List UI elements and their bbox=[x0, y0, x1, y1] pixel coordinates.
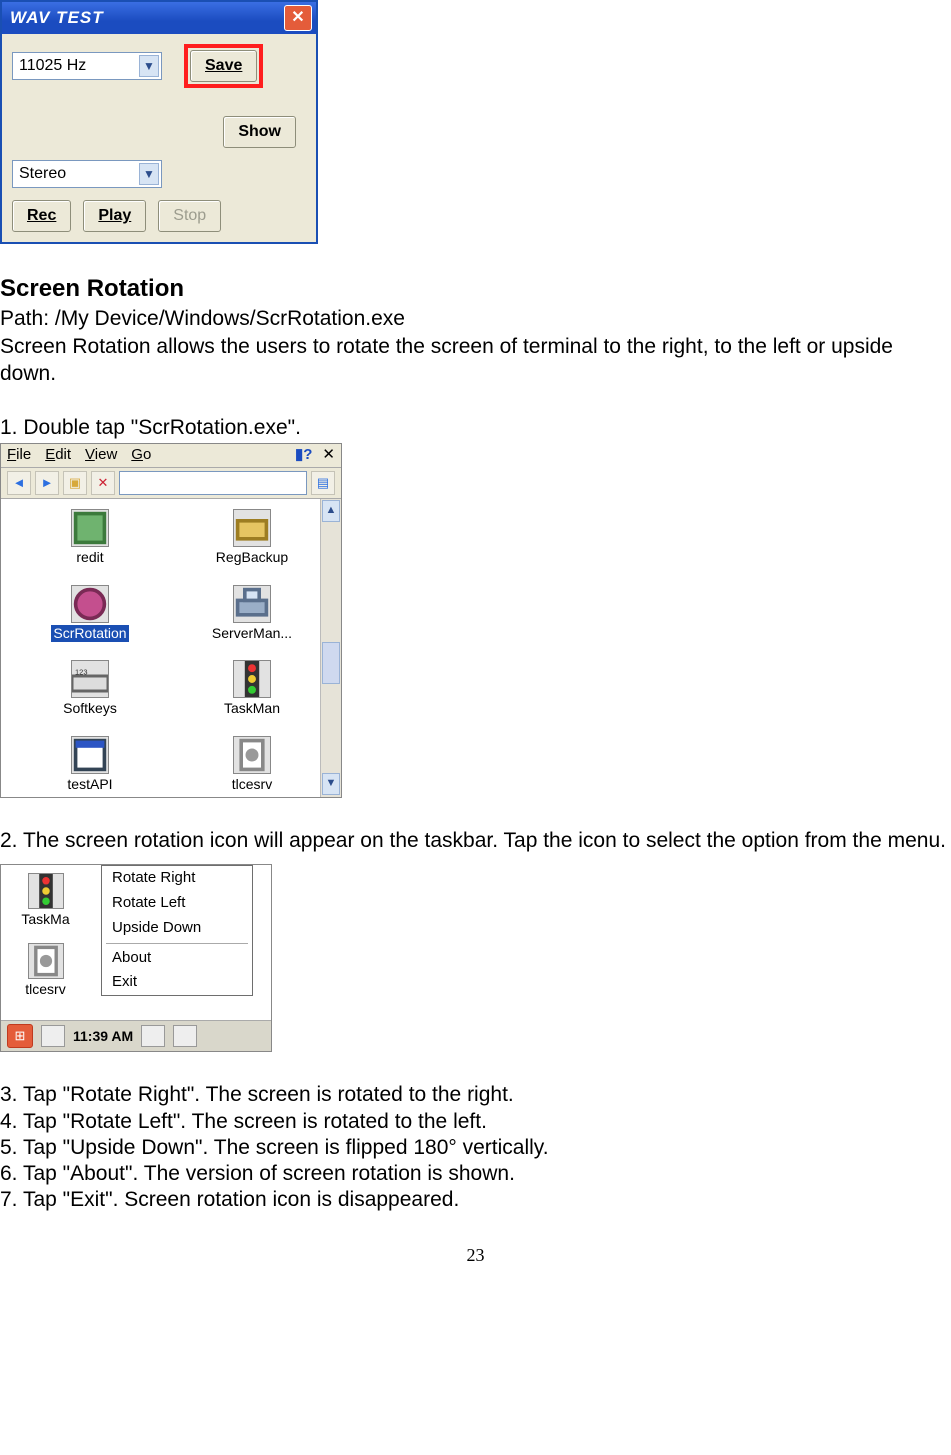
view-mode-button[interactable]: ▤ bbox=[311, 471, 335, 495]
icon-regbackup[interactable]: RegBackup bbox=[171, 509, 333, 567]
close-button[interactable]: ✕ bbox=[284, 5, 312, 31]
explorer-menubar: FFileile Edit View Go ▮? ✕ bbox=[1, 444, 341, 468]
address-bar[interactable] bbox=[119, 471, 307, 495]
frequency-dropdown[interactable]: 11025 Hz ▼ bbox=[12, 52, 162, 80]
icon-taskma[interactable]: TaskMa bbox=[3, 873, 88, 929]
step6-text: 6. Tap "About". The version of screen ro… bbox=[0, 1161, 951, 1187]
step4-text: 4. Tap "Rotate Left". The screen is rota… bbox=[0, 1109, 951, 1135]
gear-file-icon bbox=[28, 943, 64, 979]
svg-text:123: 123 bbox=[75, 668, 88, 677]
rotation-context-menu: Rotate Right Rotate Left Upside Down Abo… bbox=[101, 865, 253, 996]
trafficlight-icon bbox=[28, 873, 64, 909]
scroll-down-icon[interactable]: ▼ bbox=[322, 773, 340, 795]
menu-about[interactable]: About bbox=[102, 946, 252, 971]
arrow-right-icon: ► bbox=[41, 475, 54, 491]
mode-dropdown[interactable]: Stereo ▼ bbox=[12, 160, 162, 188]
menu-file[interactable]: FFileile bbox=[7, 446, 31, 465]
menu-view[interactable]: View bbox=[85, 446, 117, 465]
scrollbar[interactable]: ▲ ▼ bbox=[320, 499, 341, 797]
wavtest-body: 11025 Hz ▼ Save Show Stereo ▼ Rec Play S… bbox=[2, 34, 316, 242]
keyboard-icon: 123 bbox=[71, 660, 109, 698]
gear-file-icon bbox=[233, 736, 271, 774]
icon-scrrotation[interactable]: ScrRotation bbox=[9, 585, 171, 643]
taskbar-clock: 11:39 AM bbox=[73, 1028, 133, 1046]
freq-row: 11025 Hz ▼ Save bbox=[12, 44, 306, 88]
section-heading: Screen Rotation bbox=[0, 274, 951, 304]
step3-text: 3. Tap "Rotate Right". The screen is rot… bbox=[0, 1082, 951, 1108]
up-button[interactable]: ▣ bbox=[63, 471, 87, 495]
x-icon: ✕ bbox=[98, 475, 109, 491]
icon-tlcesrv-2[interactable]: tlcesrv bbox=[3, 943, 88, 999]
rec-button[interactable]: Rec bbox=[12, 200, 71, 232]
rotation-icon bbox=[71, 585, 109, 623]
close-icon[interactable]: ✕ bbox=[322, 446, 335, 465]
taskmenu-screenshot: TaskMa tlcesrv Rotate Right Rotate Left … bbox=[0, 864, 272, 1052]
window-icon bbox=[71, 736, 109, 774]
save-button[interactable]: Save bbox=[190, 50, 257, 82]
explorer-menus: FFileile Edit View Go bbox=[7, 446, 151, 465]
wavtest-window: WAV TEST ✕ 11025 Hz ▼ Save Show Stereo bbox=[0, 0, 318, 244]
scroll-up-icon[interactable]: ▲ bbox=[322, 500, 340, 522]
menu-separator bbox=[106, 943, 248, 944]
scroll-thumb[interactable] bbox=[322, 642, 340, 684]
step1-text: 1. Double tap "ScrRotation.exe". bbox=[0, 415, 951, 441]
desc-text: Screen Rotation allows the users to rota… bbox=[0, 334, 951, 387]
icon-redit[interactable]: redit bbox=[9, 509, 171, 567]
menu-edit[interactable]: Edit bbox=[45, 446, 71, 465]
menu-rotate-left[interactable]: Rotate Left bbox=[102, 891, 252, 916]
list-icon: ▤ bbox=[317, 475, 329, 491]
delete-button[interactable]: ✕ bbox=[91, 471, 115, 495]
menu-exit[interactable]: Exit bbox=[102, 970, 252, 995]
show-button[interactable]: Show bbox=[223, 116, 296, 148]
steps-block: 3. Tap "Rotate Right". The screen is rot… bbox=[0, 1082, 951, 1213]
show-row: Show bbox=[12, 116, 306, 148]
path-text: Path: /My Device/Windows/ScrRotation.exe bbox=[0, 306, 951, 332]
chevron-down-icon: ▼ bbox=[139, 163, 159, 185]
regedit-icon bbox=[71, 509, 109, 547]
icon-tlcesrv[interactable]: tlcesrv bbox=[171, 736, 333, 794]
menu-go[interactable]: Go bbox=[131, 446, 151, 465]
menubar-right: ▮? ✕ bbox=[295, 446, 335, 465]
arrow-left-icon: ◄ bbox=[13, 475, 26, 491]
trafficlight-icon bbox=[233, 660, 271, 698]
chevron-down-icon: ▼ bbox=[139, 55, 159, 77]
step5-text: 5. Tap "Upside Down". The screen is flip… bbox=[0, 1135, 951, 1161]
start-icon: ⊞ bbox=[15, 1028, 26, 1044]
step7-text: 7. Tap "Exit". Screen rotation icon is d… bbox=[0, 1187, 951, 1213]
close-icon: ✕ bbox=[291, 8, 304, 28]
taskbar: ⊞ 11:39 AM bbox=[1, 1020, 271, 1051]
icon-testapi[interactable]: testAPI bbox=[9, 736, 171, 794]
wavtest-titlebar: WAV TEST ✕ bbox=[2, 2, 316, 34]
forward-button[interactable]: ► bbox=[35, 471, 59, 495]
step2-text: 2. The screen rotation icon will appear … bbox=[0, 828, 951, 854]
taskmenu-left-icons: TaskMa tlcesrv bbox=[1, 865, 90, 1020]
explorer-window: FFileile Edit View Go ▮? ✕ ◄ ► ▣ ✕ ▤ ▲ ▼ bbox=[0, 443, 342, 798]
frequency-value: 11025 Hz bbox=[19, 56, 86, 76]
taskbar-icon-2[interactable] bbox=[141, 1025, 165, 1047]
play-button[interactable]: Play bbox=[83, 200, 146, 232]
server-icon bbox=[233, 585, 271, 623]
explorer-icon-area: ▲ ▼ redit RegBackup ScrRotation bbox=[1, 499, 341, 797]
menu-rotate-right[interactable]: Rotate Right bbox=[102, 866, 252, 891]
mode-row: Stereo ▼ bbox=[12, 160, 306, 188]
page-number: 23 bbox=[0, 1244, 951, 1267]
save-highlight-frame: Save bbox=[184, 44, 263, 88]
icon-taskman[interactable]: TaskMan bbox=[171, 660, 333, 718]
wavtest-title: WAV TEST bbox=[10, 7, 104, 28]
icon-serverman[interactable]: ServerMan... bbox=[171, 585, 333, 643]
menu-upside-down[interactable]: Upside Down bbox=[102, 916, 252, 941]
explorer-toolbar: ◄ ► ▣ ✕ ▤ bbox=[1, 468, 341, 499]
icon-grid: redit RegBackup ScrRotation ServerMan...… bbox=[9, 509, 333, 793]
back-button[interactable]: ◄ bbox=[7, 471, 31, 495]
stop-button[interactable]: Stop bbox=[158, 200, 221, 232]
taskbar-icon-1[interactable] bbox=[41, 1025, 65, 1047]
folder-icon bbox=[233, 509, 271, 547]
wavtest-button-row: Rec Play Stop bbox=[12, 200, 306, 232]
taskbar-icon-3[interactable] bbox=[173, 1025, 197, 1047]
icon-softkeys[interactable]: 123 Softkeys bbox=[9, 660, 171, 718]
mode-value: Stereo bbox=[19, 164, 66, 184]
start-button[interactable]: ⊞ bbox=[7, 1024, 33, 1048]
folder-up-icon: ▣ bbox=[69, 475, 81, 491]
help-icon[interactable]: ▮? bbox=[295, 446, 312, 465]
